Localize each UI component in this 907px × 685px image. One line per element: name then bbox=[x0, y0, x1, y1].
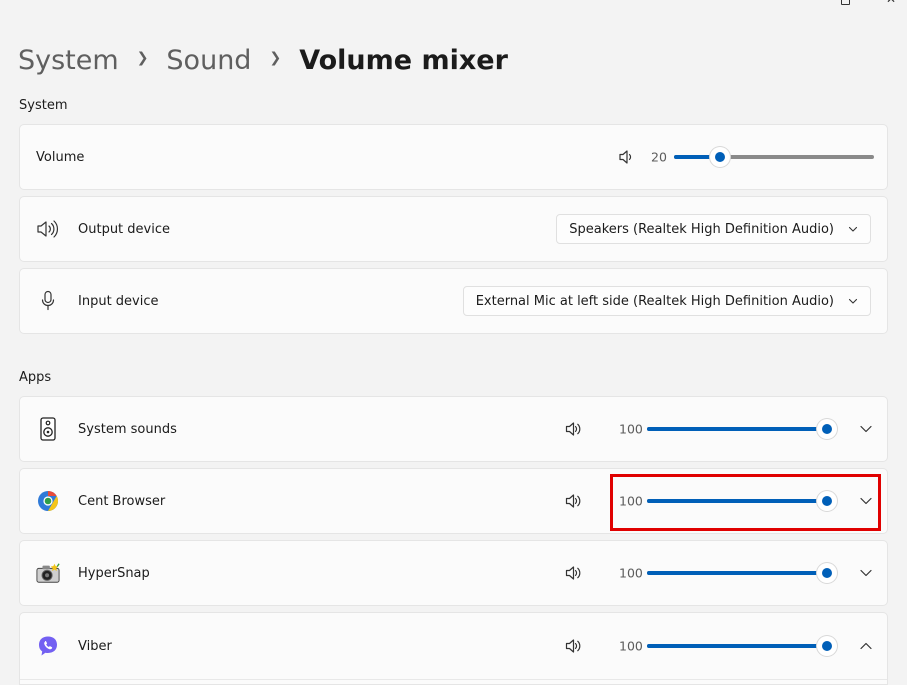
output-device-card: Output device Speakers (Realtek High Def… bbox=[19, 196, 888, 262]
viber-icon bbox=[36, 634, 60, 658]
app-row-viber: Viber 100 bbox=[19, 612, 888, 685]
slider-fill bbox=[647, 571, 827, 575]
slider-fill bbox=[647, 427, 827, 431]
system-sounds-icon bbox=[36, 417, 60, 441]
breadcrumb-sound[interactable]: Sound bbox=[166, 45, 251, 76]
window-controls: ✕ bbox=[827, 0, 907, 8]
speaker-icon[interactable] bbox=[565, 421, 583, 437]
app-row-viber-header: Viber 100 bbox=[20, 613, 887, 679]
microphone-icon bbox=[36, 289, 60, 313]
slider-thumb[interactable] bbox=[817, 419, 837, 439]
app-volume-slider[interactable] bbox=[647, 563, 837, 583]
chevron-right-icon: ❯ bbox=[269, 50, 282, 66]
app-name: Viber bbox=[78, 638, 112, 654]
close-icon[interactable]: ✕ bbox=[886, 0, 896, 5]
chevron-up-icon[interactable] bbox=[859, 639, 873, 653]
hypersnap-icon bbox=[36, 561, 60, 585]
cent-browser-icon bbox=[36, 489, 60, 513]
section-title-apps: Apps bbox=[19, 370, 52, 385]
volume-card: Volume 20 bbox=[19, 124, 888, 190]
app-name: Cent Browser bbox=[78, 493, 166, 509]
chevron-right-icon: ❯ bbox=[136, 50, 149, 66]
maximize-icon[interactable] bbox=[841, 0, 850, 5]
app-volume-slider[interactable] bbox=[647, 419, 837, 439]
slider-fill bbox=[647, 644, 827, 648]
app-name: System sounds bbox=[78, 421, 177, 437]
volume-label: Volume bbox=[36, 149, 85, 165]
app-row-system-sounds: System sounds 100 bbox=[19, 396, 888, 462]
chevron-down-icon bbox=[848, 298, 858, 304]
slider-thumb[interactable] bbox=[817, 563, 837, 583]
app-volume-value: 100 bbox=[619, 565, 643, 581]
app-row-hypersnap: HyperSnap 100 bbox=[19, 540, 888, 606]
chevron-down-icon[interactable] bbox=[859, 566, 873, 580]
chevron-down-icon bbox=[848, 226, 858, 232]
app-volume-value: 100 bbox=[619, 421, 643, 437]
app-volume-slider[interactable] bbox=[647, 636, 837, 656]
output-device-selected: Speakers (Realtek High Definition Audio) bbox=[569, 221, 834, 237]
volume-slider[interactable] bbox=[674, 147, 874, 167]
speaker-icon[interactable] bbox=[565, 493, 583, 509]
section-title-system: System bbox=[19, 98, 68, 113]
speaker-low-icon[interactable] bbox=[618, 149, 636, 165]
app-name: HyperSnap bbox=[78, 565, 150, 581]
breadcrumb-system[interactable]: System bbox=[18, 45, 119, 76]
divider bbox=[20, 679, 887, 680]
input-device-card: Input device External Mic at left side (… bbox=[19, 268, 888, 334]
app-volume-value: 100 bbox=[619, 638, 643, 654]
slider-thumb[interactable] bbox=[710, 147, 730, 167]
breadcrumb: System ❯ Sound ❯ Volume mixer bbox=[18, 40, 508, 80]
page-title: Volume mixer bbox=[299, 44, 508, 76]
highlight-box bbox=[610, 474, 881, 531]
output-device-dropdown[interactable]: Speakers (Realtek High Definition Audio) bbox=[556, 214, 871, 244]
speaker-icon[interactable] bbox=[565, 565, 583, 581]
input-device-selected: External Mic at left side (Realtek High … bbox=[475, 293, 834, 309]
speaker-icon bbox=[36, 217, 60, 241]
slider-thumb[interactable] bbox=[817, 636, 837, 656]
chevron-down-icon[interactable] bbox=[859, 422, 873, 436]
output-device-label: Output device bbox=[78, 221, 170, 237]
input-device-dropdown[interactable]: External Mic at left side (Realtek High … bbox=[462, 286, 871, 316]
volume-value: 20 bbox=[651, 149, 667, 165]
speaker-icon[interactable] bbox=[565, 638, 583, 654]
input-device-label: Input device bbox=[78, 293, 159, 309]
